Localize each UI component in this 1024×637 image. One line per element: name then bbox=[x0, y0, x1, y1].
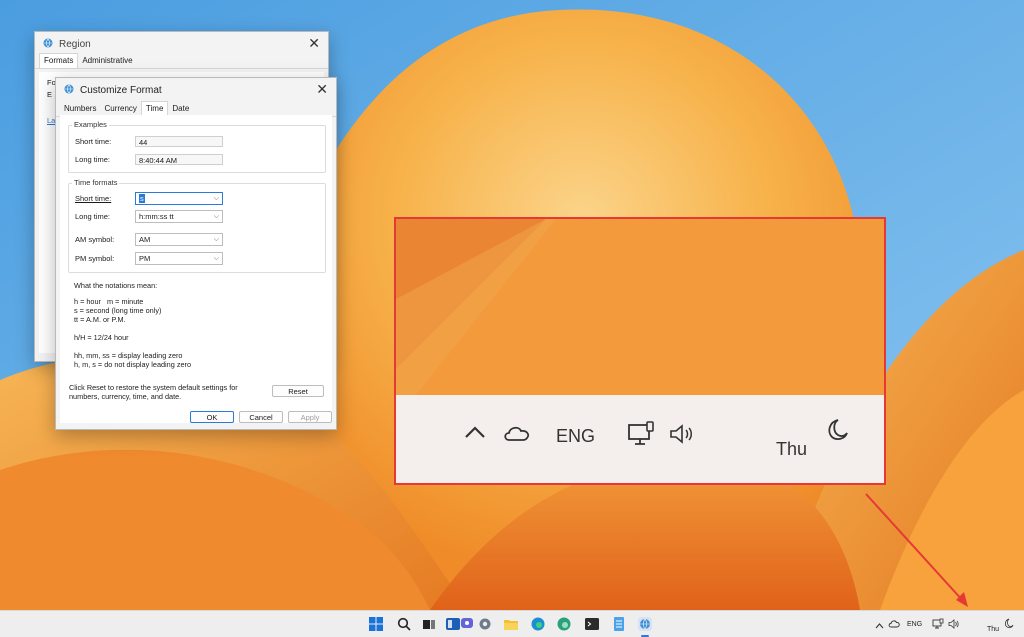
moon-icon[interactable] bbox=[1003, 618, 1014, 632]
chat-icon[interactable] bbox=[460, 617, 474, 631]
edge-icon[interactable] bbox=[531, 617, 545, 631]
tab-administrative[interactable]: Administrative bbox=[78, 54, 136, 68]
network-icon[interactable] bbox=[627, 420, 657, 451]
am-symbol-combobox[interactable]: AM ⌵ bbox=[135, 233, 223, 246]
customize-format-dialog: Customize Format ✕ Numbers Currency Time… bbox=[55, 77, 337, 430]
search-icon[interactable] bbox=[397, 617, 411, 631]
tab-numbers[interactable]: Numbers bbox=[60, 102, 100, 116]
apply-button[interactable]: Apply bbox=[288, 411, 332, 423]
pm-symbol-label: PM symbol: bbox=[75, 254, 115, 263]
network-icon[interactable] bbox=[932, 618, 944, 633]
ok-button[interactable]: OK bbox=[190, 411, 234, 423]
globe-icon bbox=[43, 38, 53, 51]
long-time-format-value: h:mm:ss tt bbox=[139, 212, 174, 221]
notation-line: tt = A.M. or P.M. bbox=[74, 315, 126, 324]
chevron-down-icon: ⌵ bbox=[213, 195, 219, 202]
region-close-button[interactable]: ✕ bbox=[308, 35, 320, 52]
examples-group: Examples Short time: 44 Long time: 8:40:… bbox=[68, 120, 326, 173]
example-long-time-label: Long time: bbox=[75, 155, 111, 164]
chevron-up-icon[interactable] bbox=[464, 425, 486, 442]
pm-symbol-combobox[interactable]: PM ⌵ bbox=[135, 252, 223, 265]
start-icon[interactable] bbox=[369, 617, 383, 631]
annotation-arrow bbox=[865, 493, 968, 607]
task-view-icon[interactable] bbox=[422, 617, 436, 631]
tab-currency[interactable]: Currency bbox=[100, 102, 140, 116]
examples-group-label: Examples bbox=[72, 120, 109, 129]
settings-icon[interactable] bbox=[478, 617, 492, 631]
control-panel-icon[interactable] bbox=[638, 617, 652, 631]
tab-time[interactable]: Time bbox=[140, 101, 169, 116]
reset-button[interactable]: Reset bbox=[272, 385, 324, 397]
notation-line: h = hour m = minute bbox=[74, 297, 144, 306]
example-long-time-row: Long time: 8:40:44 AM bbox=[75, 154, 223, 165]
region-title: Region bbox=[59, 38, 91, 50]
region-titlebar: Region ✕ bbox=[35, 32, 328, 56]
am-symbol-row: AM symbol: AM ⌵ bbox=[75, 233, 223, 246]
long-time-format-row: Long time: h:mm:ss tt ⌵ bbox=[75, 210, 223, 223]
time-formats-group: Time formats Short time: s ⌵ Long time: … bbox=[68, 178, 326, 273]
zoom-day-label[interactable]: Thu bbox=[776, 439, 807, 460]
zoom-lang-label[interactable]: ENG bbox=[556, 426, 595, 447]
customize-format-title: Customize Format bbox=[80, 84, 162, 96]
time-tab-panel: Examples Short time: 44 Long time: 8:40:… bbox=[60, 115, 332, 423]
short-time-format-row: Short time: s ⌵ bbox=[75, 192, 223, 205]
format-select-partial[interactable]: E bbox=[47, 90, 52, 99]
chevron-down-icon: ⌵ bbox=[213, 255, 219, 262]
example-short-time-row: Short time: 44 bbox=[75, 136, 223, 147]
short-time-format-value: s bbox=[139, 194, 145, 203]
example-long-time-value: 8:40:44 AM bbox=[135, 154, 223, 165]
customize-format-titlebar: Customize Format ✕ bbox=[56, 78, 336, 102]
volume-icon[interactable] bbox=[948, 619, 959, 632]
pm-symbol-value: PM bbox=[139, 254, 151, 263]
tray-day-label[interactable]: Thu bbox=[987, 626, 999, 633]
notation-line: h, m, s = do not display leading zero bbox=[74, 360, 192, 369]
volume-icon[interactable] bbox=[668, 423, 696, 448]
tray-lang-label[interactable]: ENG bbox=[907, 621, 922, 628]
chevron-down-icon: ⌵ bbox=[213, 213, 219, 220]
time-formats-group-label: Time formats bbox=[72, 178, 120, 187]
example-short-time-label: Short time: bbox=[75, 137, 112, 146]
globe-icon bbox=[64, 84, 74, 97]
moon-icon[interactable] bbox=[824, 417, 850, 446]
cloud-icon[interactable] bbox=[888, 619, 900, 631]
long-time-format-combobox[interactable]: h:mm:ss tt ⌵ bbox=[135, 210, 223, 223]
chevron-up-icon[interactable] bbox=[875, 620, 884, 632]
terminal-icon[interactable] bbox=[585, 617, 599, 631]
notation-line: hh, mm, ss = display leading zero bbox=[74, 351, 183, 360]
taskbar: ENG Thu bbox=[0, 610, 1024, 637]
zoom-inset: ENG Thu bbox=[394, 217, 886, 485]
notation-line: s = second (long time only) bbox=[74, 306, 162, 315]
tab-date[interactable]: Date bbox=[168, 102, 193, 116]
cancel-button[interactable]: Cancel bbox=[239, 411, 283, 423]
long-time-format-label: Long time: bbox=[75, 212, 111, 221]
region-tabs: Formats Administrative bbox=[35, 53, 328, 69]
example-short-time-value: 44 bbox=[135, 136, 223, 147]
file-explorer-icon[interactable] bbox=[504, 617, 518, 631]
customize-format-close-button[interactable]: ✕ bbox=[316, 81, 328, 98]
cloud-icon[interactable] bbox=[502, 423, 532, 446]
notations-title: What the notations mean: bbox=[74, 281, 158, 290]
short-time-format-label: Short time: bbox=[75, 194, 112, 203]
zoom-taskbar: ENG Thu bbox=[396, 395, 884, 483]
short-time-format-combobox[interactable]: s ⌵ bbox=[135, 192, 223, 205]
notation-line: h/H = 12/24 hour bbox=[74, 333, 129, 342]
am-symbol-value: AM bbox=[139, 235, 151, 244]
pm-symbol-row: PM symbol: PM ⌵ bbox=[75, 252, 223, 265]
chevron-down-icon: ⌵ bbox=[213, 236, 219, 243]
edge-beta-icon[interactable] bbox=[557, 617, 571, 631]
am-symbol-label: AM symbol: bbox=[75, 235, 115, 244]
reset-description: Click Reset to restore the system defaul… bbox=[69, 383, 238, 401]
widgets-icon[interactable] bbox=[446, 617, 460, 631]
notepad-icon[interactable] bbox=[612, 617, 626, 631]
